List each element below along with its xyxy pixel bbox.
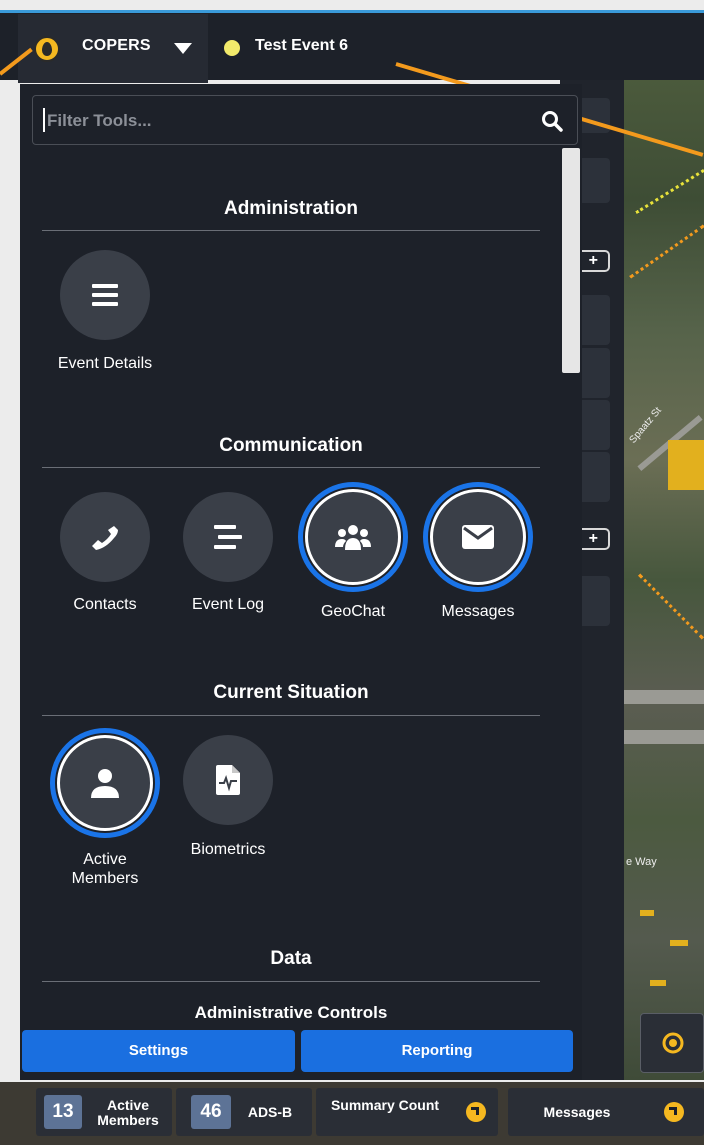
map-building [640,910,654,916]
section-divider [42,230,540,231]
section-title-administration: Administration [223,198,359,219]
tool-label: Event Log [191,596,265,613]
panel-scrollbar[interactable] [562,148,580,373]
group-icon [335,525,371,550]
map-building [670,940,688,946]
filter-tools-field[interactable] [32,95,578,145]
tool-label: Messages [441,603,515,620]
section-title-current-situation: Current Situation [213,682,369,703]
tool-label: Biometrics [190,841,266,858]
map-runway [622,690,704,704]
adsb-count: 46 [191,1095,231,1129]
open-arrow-icon[interactable] [664,1102,684,1122]
settings-button[interactable]: Settings [22,1030,295,1072]
map-runway [622,730,704,744]
locate-button[interactable] [640,1013,704,1073]
tool-label: Event Details [57,355,153,372]
text-caret [43,108,45,132]
section-divider [42,467,540,468]
tool-active-members[interactable] [50,728,160,838]
active-members-count: 13 [44,1095,82,1129]
adsb-stat-label: ADS-B [247,1104,293,1120]
section-divider [42,715,540,716]
tool-event-details[interactable] [60,250,150,340]
section-divider [42,981,540,982]
caret-down-icon[interactable] [174,43,192,54]
summary-count-stat[interactable]: Summary Count [316,1088,498,1136]
tool-label: GeoChat [320,603,386,620]
map-building [668,440,704,490]
map-boundary-yellow [635,169,704,214]
adsb-stat[interactable]: 46 ADS-B [176,1088,312,1136]
search-icon[interactable] [541,110,563,132]
tool-contacts[interactable] [60,492,150,582]
map-building [650,980,666,986]
filter-tools-input[interactable] [47,108,527,134]
map-boundary-orange [638,573,704,640]
tool-biometrics[interactable] [183,735,273,825]
phone-icon [92,526,118,550]
file-pulse-icon [216,765,240,795]
target-icon [662,1032,684,1054]
active-members-stat-label: Active Members [97,1097,159,1128]
open-arrow-icon[interactable] [466,1102,486,1122]
active-members-stat[interactable]: 13 Active Members [36,1088,172,1136]
section-title-data: Data [270,948,312,969]
event-title[interactable]: Test Event 6 [255,37,348,55]
section-title-communication: Communication [219,435,363,456]
location-pin-icon [34,36,60,62]
map-street-label: e Way [626,856,657,868]
tool-label: Contacts [73,596,137,613]
tool-messages[interactable] [423,482,533,592]
messages-stat[interactable]: Messages [508,1088,704,1136]
map-street-label: Spaatz St [627,405,664,446]
envelope-icon [462,525,494,549]
tool-label: Active Members [71,851,139,887]
menu-icon [92,284,118,306]
map-boundary-orange [629,224,704,279]
summary-count-label: Summary Count [330,1097,440,1113]
subsection-title-administrative-controls: Administrative Controls [194,1003,388,1022]
org-label[interactable]: COPERS [82,37,151,55]
messages-stat-label: Messages [543,1104,611,1120]
reporting-button[interactable]: Reporting [301,1030,573,1072]
event-status-dot [224,40,240,56]
tool-geochat[interactable] [298,482,408,592]
user-icon [91,769,119,798]
tool-event-log[interactable] [183,492,273,582]
list-icon [214,525,242,549]
